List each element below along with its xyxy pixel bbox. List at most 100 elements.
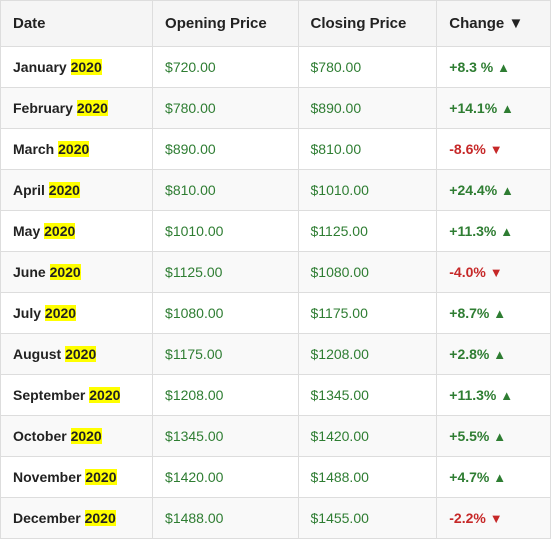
- date-cell: June 2020: [1, 252, 153, 293]
- table-row: November 2020$1420.00$1488.00+4.7% ▲: [1, 457, 551, 498]
- up-arrow-icon: ▲: [500, 388, 513, 403]
- opening-price-cell: $1420.00: [153, 457, 298, 498]
- date-cell: December 2020: [1, 498, 153, 539]
- change-value: -8.6%: [449, 141, 486, 157]
- year-badge: 2020: [58, 141, 89, 157]
- up-arrow-icon: ▲: [493, 429, 506, 444]
- change-cell: -2.2% ▼: [437, 498, 551, 539]
- change-value: +8.3 %: [449, 59, 493, 75]
- closing-price-cell: $1208.00: [298, 334, 437, 375]
- change-cell: -8.6% ▼: [437, 129, 551, 170]
- opening-price-cell: $1080.00: [153, 293, 298, 334]
- change-cell: +24.4% ▲: [437, 170, 551, 211]
- change-cell: +11.3% ▲: [437, 211, 551, 252]
- table-row: May 2020$1010.00$1125.00+11.3% ▲: [1, 211, 551, 252]
- change-value: +8.7%: [449, 305, 489, 321]
- opening-price-cell: $1488.00: [153, 498, 298, 539]
- change-value: +5.5%: [449, 428, 489, 444]
- up-arrow-icon: ▲: [493, 306, 506, 321]
- closing-price-cell: $810.00: [298, 129, 437, 170]
- closing-price-cell: $1080.00: [298, 252, 437, 293]
- change-value: +4.7%: [449, 469, 489, 485]
- closing-price-cell: $780.00: [298, 47, 437, 88]
- col-header-change: Change ▼: [437, 1, 551, 47]
- change-cell: +8.3 % ▲: [437, 47, 551, 88]
- year-badge: 2020: [85, 469, 116, 485]
- table-row: August 2020$1175.00$1208.00+2.8% ▲: [1, 334, 551, 375]
- down-arrow-icon: ▼: [490, 142, 503, 157]
- date-cell: September 2020: [1, 375, 153, 416]
- change-cell: +8.7% ▲: [437, 293, 551, 334]
- change-value: -4.0%: [449, 264, 486, 280]
- change-cell: +14.1% ▲: [437, 88, 551, 129]
- year-badge: 2020: [45, 305, 76, 321]
- date-cell: October 2020: [1, 416, 153, 457]
- up-arrow-icon: ▲: [493, 347, 506, 362]
- closing-price-cell: $1345.00: [298, 375, 437, 416]
- down-arrow-icon: ▼: [490, 511, 503, 526]
- up-arrow-icon: ▲: [497, 60, 510, 75]
- closing-price-cell: $1488.00: [298, 457, 437, 498]
- year-badge: 2020: [50, 264, 81, 280]
- date-cell: February 2020: [1, 88, 153, 129]
- closing-price-cell: $890.00: [298, 88, 437, 129]
- closing-price-cell: $1010.00: [298, 170, 437, 211]
- col-header-closing: Closing Price: [298, 1, 437, 47]
- closing-price-cell: $1455.00: [298, 498, 437, 539]
- table-row: December 2020$1488.00$1455.00-2.2% ▼: [1, 498, 551, 539]
- table-row: March 2020$890.00$810.00-8.6% ▼: [1, 129, 551, 170]
- change-cell: +4.7% ▲: [437, 457, 551, 498]
- table-row: June 2020$1125.00$1080.00-4.0% ▼: [1, 252, 551, 293]
- opening-price-cell: $780.00: [153, 88, 298, 129]
- opening-price-cell: $1010.00: [153, 211, 298, 252]
- change-cell: -4.0% ▼: [437, 252, 551, 293]
- change-cell: +2.8% ▲: [437, 334, 551, 375]
- change-value: +24.4%: [449, 182, 497, 198]
- up-arrow-icon: ▲: [493, 470, 506, 485]
- change-value: +14.1%: [449, 100, 497, 116]
- price-table: Date Opening Price Closing Price Change …: [0, 0, 551, 539]
- table-row: January 2020$720.00$780.00+8.3 % ▲: [1, 47, 551, 88]
- table-row: October 2020$1345.00$1420.00+5.5% ▲: [1, 416, 551, 457]
- down-arrow-icon: ▼: [490, 265, 503, 280]
- table-header-row: Date Opening Price Closing Price Change …: [1, 1, 551, 47]
- change-value: -2.2%: [449, 510, 486, 526]
- up-arrow-icon: ▲: [501, 101, 514, 116]
- col-header-opening: Opening Price: [153, 1, 298, 47]
- date-cell: July 2020: [1, 293, 153, 334]
- up-arrow-icon: ▲: [501, 183, 514, 198]
- table-row: July 2020$1080.00$1175.00+8.7% ▲: [1, 293, 551, 334]
- table-row: September 2020$1208.00$1345.00+11.3% ▲: [1, 375, 551, 416]
- table-row: February 2020$780.00$890.00+14.1% ▲: [1, 88, 551, 129]
- change-value: +2.8%: [449, 346, 489, 362]
- closing-price-cell: $1420.00: [298, 416, 437, 457]
- opening-price-cell: $810.00: [153, 170, 298, 211]
- opening-price-cell: $720.00: [153, 47, 298, 88]
- closing-price-cell: $1175.00: [298, 293, 437, 334]
- year-badge: 2020: [44, 223, 75, 239]
- year-badge: 2020: [85, 510, 116, 526]
- closing-price-cell: $1125.00: [298, 211, 437, 252]
- year-badge: 2020: [71, 59, 102, 75]
- col-header-date: Date: [1, 1, 153, 47]
- change-cell: +11.3% ▲: [437, 375, 551, 416]
- up-arrow-icon: ▲: [500, 224, 513, 239]
- opening-price-cell: $1125.00: [153, 252, 298, 293]
- date-cell: March 2020: [1, 129, 153, 170]
- change-value: +11.3%: [449, 223, 496, 239]
- opening-price-cell: $1345.00: [153, 416, 298, 457]
- date-cell: May 2020: [1, 211, 153, 252]
- year-badge: 2020: [89, 387, 120, 403]
- change-cell: +5.5% ▲: [437, 416, 551, 457]
- opening-price-cell: $1208.00: [153, 375, 298, 416]
- table-row: April 2020$810.00$1010.00+24.4% ▲: [1, 170, 551, 211]
- year-badge: 2020: [71, 428, 102, 444]
- opening-price-cell: $1175.00: [153, 334, 298, 375]
- date-cell: November 2020: [1, 457, 153, 498]
- year-badge: 2020: [65, 346, 96, 362]
- year-badge: 2020: [77, 100, 108, 116]
- date-cell: April 2020: [1, 170, 153, 211]
- date-cell: January 2020: [1, 47, 153, 88]
- change-value: +11.3%: [449, 387, 496, 403]
- opening-price-cell: $890.00: [153, 129, 298, 170]
